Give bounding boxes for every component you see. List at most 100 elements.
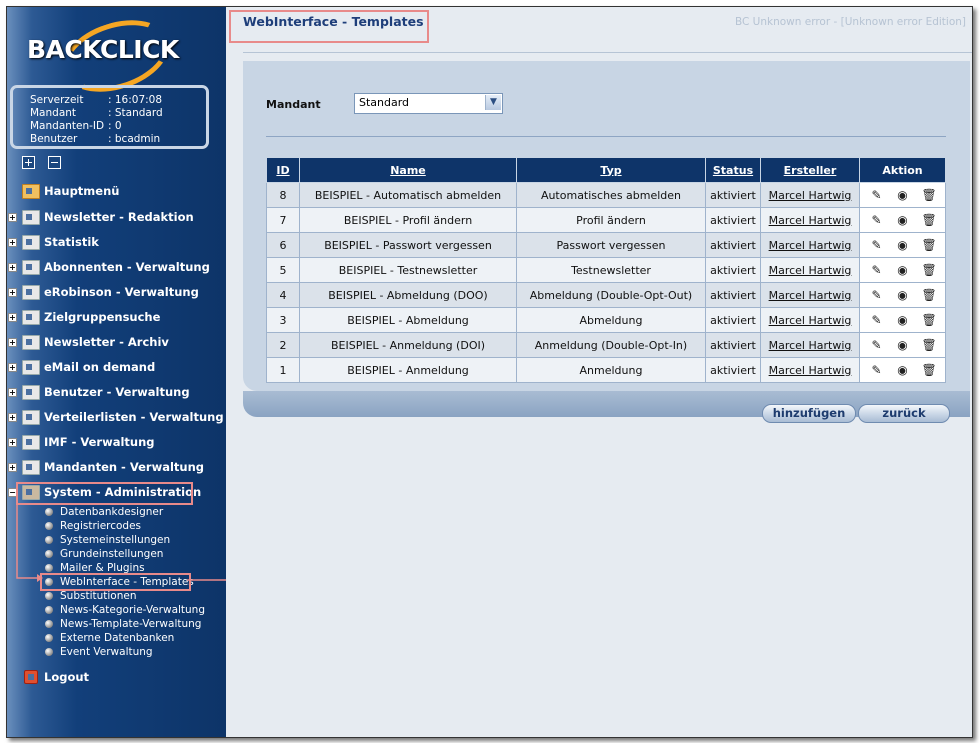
cell-id: 7	[266, 207, 300, 233]
expand-all-icon[interactable]	[22, 156, 35, 169]
backclick-logo: BACKCLICK	[25, 7, 195, 105]
cell-name: BEISPIEL - Abmeldung	[299, 307, 517, 333]
expand-icon: +	[8, 388, 17, 397]
home-icon	[22, 184, 40, 199]
view-icon[interactable]: ◉	[896, 263, 910, 277]
delete-icon[interactable]: 🗑	[922, 288, 937, 302]
cell-ersteller[interactable]: Marcel Hartwig	[760, 257, 860, 283]
menu-item-newsletter-redaktion[interactable]: + Newsletter - Redaktion	[7, 207, 226, 227]
column-header-ersteller[interactable]: Ersteller	[760, 157, 860, 183]
edit-icon[interactable]: ✎	[870, 188, 884, 202]
cell-ersteller[interactable]: Marcel Hartwig	[760, 307, 860, 333]
logout-link[interactable]: Logout	[7, 667, 226, 687]
menu-item-mandanten-verwaltung[interactable]: + Mandanten - Verwaltung	[7, 457, 226, 477]
cell-status: aktiviert	[705, 182, 761, 208]
cell-status: aktiviert	[705, 232, 761, 258]
folder-icon	[22, 285, 40, 300]
view-icon[interactable]: ◉	[896, 213, 910, 227]
cell-name: BEISPIEL - Anmeldung (DOI)	[299, 332, 517, 358]
edit-icon[interactable]: ✎	[870, 338, 884, 352]
expand-icon: +	[8, 438, 17, 447]
highlight-box	[16, 482, 193, 505]
delete-icon[interactable]: 🗑	[922, 238, 937, 252]
cell-ersteller[interactable]: Marcel Hartwig	[760, 357, 860, 383]
table-row: 3 BEISPIEL - Abmeldung Abmeldung aktiviert M…	[266, 307, 946, 333]
cell-ersteller[interactable]: Marcel Hartwig	[760, 282, 860, 308]
folder-icon	[22, 360, 40, 375]
cell-aktion: ✎ ◉ 🗑	[859, 182, 946, 208]
folder-icon	[22, 235, 40, 250]
delete-icon[interactable]: 🗑	[922, 363, 937, 377]
delete-icon[interactable]: 🗑	[922, 188, 937, 202]
mandant-select[interactable]: Standard ▼	[354, 93, 503, 114]
column-header-status[interactable]: Status	[705, 157, 761, 183]
view-icon[interactable]: ◉	[896, 238, 910, 252]
cell-id: 8	[266, 182, 300, 208]
menu-item-statistik[interactable]: + Statistik	[7, 232, 226, 252]
add-button[interactable]: hinzufügen	[762, 404, 856, 423]
menu-item-hauptmenue[interactable]: Hauptmenü	[7, 181, 226, 201]
cell-name: BEISPIEL - Passwort vergessen	[299, 232, 517, 258]
edit-icon[interactable]: ✎	[870, 313, 884, 327]
cell-ersteller[interactable]: Marcel Hartwig	[760, 207, 860, 233]
expand-icon: +	[8, 463, 17, 472]
cell-ersteller[interactable]: Marcel Hartwig	[760, 182, 860, 208]
table-row: 6 BEISPIEL - Passwort vergessen Passwort v…	[266, 232, 946, 258]
cell-name: BEISPIEL - Anmeldung	[299, 357, 517, 383]
delete-icon[interactable]: 🗑	[922, 338, 937, 352]
cell-id: 4	[266, 282, 300, 308]
cell-id: 6	[266, 232, 300, 258]
window: BACKCLICK Serverzeit: 16:07:08 Mandant: …	[6, 6, 973, 738]
folder-icon	[22, 260, 40, 275]
view-icon[interactable]: ◉	[896, 313, 910, 327]
cell-status: aktiviert	[705, 257, 761, 283]
collapse-all-icon[interactable]	[48, 156, 61, 169]
bullet-icon	[45, 620, 53, 628]
expand-icon: +	[8, 263, 17, 272]
cell-name: BEISPIEL - Abmeldung (DOO)	[299, 282, 517, 308]
edit-icon[interactable]: ✎	[870, 238, 884, 252]
main-content: WebInterface - Templates BC Unknown erro…	[226, 7, 972, 737]
column-header-aktion: Aktion	[859, 157, 946, 183]
view-icon[interactable]: ◉	[896, 363, 910, 377]
error-text: BC Unknown error - [Unknown error Editio…	[734, 16, 966, 28]
chevron-down-icon[interactable]: ▼	[485, 95, 501, 110]
menu-item-newsletter-archiv[interactable]: + Newsletter - Archiv	[7, 332, 226, 352]
view-icon[interactable]: ◉	[896, 288, 910, 302]
table-row: 8 BEISPIEL - Automatisch abmelden Automati…	[266, 182, 946, 208]
back-button[interactable]: zurück	[858, 404, 950, 423]
folder-icon	[22, 385, 40, 400]
menu-item-benutzer-verwaltung[interactable]: + Benutzer - Verwaltung	[7, 382, 226, 402]
menu-item-zielgruppensuche[interactable]: + Zielgruppensuche	[7, 307, 226, 327]
delete-icon[interactable]: 🗑	[922, 213, 937, 227]
column-header-typ[interactable]: Typ	[516, 157, 706, 183]
menu-item-erobinson-verwaltung[interactable]: + eRobinson - Verwaltung	[7, 282, 226, 302]
delete-icon[interactable]: 🗑	[922, 313, 937, 327]
delete-icon[interactable]: 🗑	[922, 263, 937, 277]
edit-icon[interactable]: ✎	[870, 213, 884, 227]
table-row: 2 BEISPIEL - Anmeldung (DOI) Anmeldung (Do…	[266, 332, 946, 358]
cell-ersteller[interactable]: Marcel Hartwig	[760, 232, 860, 258]
cell-typ: Anmeldung (Double-Opt-In)	[516, 332, 706, 358]
power-icon	[24, 670, 38, 684]
view-icon[interactable]: ◉	[896, 188, 910, 202]
cell-aktion: ✎ ◉ 🗑	[859, 257, 946, 283]
cell-ersteller[interactable]: Marcel Hartwig	[760, 332, 860, 358]
cell-id: 3	[266, 307, 300, 333]
table-row: 5 BEISPIEL - Testnewsletter Testnewsletter…	[266, 257, 946, 283]
page-title: WebInterface - Templates	[243, 14, 424, 29]
bullet-icon	[45, 634, 53, 642]
menu-item-imf-verwaltung[interactable]: + IMF - Verwaltung	[7, 432, 226, 452]
column-header-id[interactable]: ID	[266, 157, 300, 183]
column-header-name[interactable]: Name	[299, 157, 517, 183]
info-row: Serverzeit: 16:07:08	[30, 94, 163, 106]
bullet-icon	[45, 536, 53, 544]
edit-icon[interactable]: ✎	[870, 288, 884, 302]
menu-item-verteilerlisten-verwaltung[interactable]: + Verteilerlisten - Verwaltung	[7, 407, 226, 427]
menu-item-email-on-demand[interactable]: + eMail on demand	[7, 357, 226, 377]
edit-icon[interactable]: ✎	[870, 263, 884, 277]
expand-icon: +	[8, 338, 17, 347]
view-icon[interactable]: ◉	[896, 338, 910, 352]
menu-item-abonnenten-verwaltung[interactable]: + Abonnenten - Verwaltung	[7, 257, 226, 277]
edit-icon[interactable]: ✎	[870, 363, 884, 377]
